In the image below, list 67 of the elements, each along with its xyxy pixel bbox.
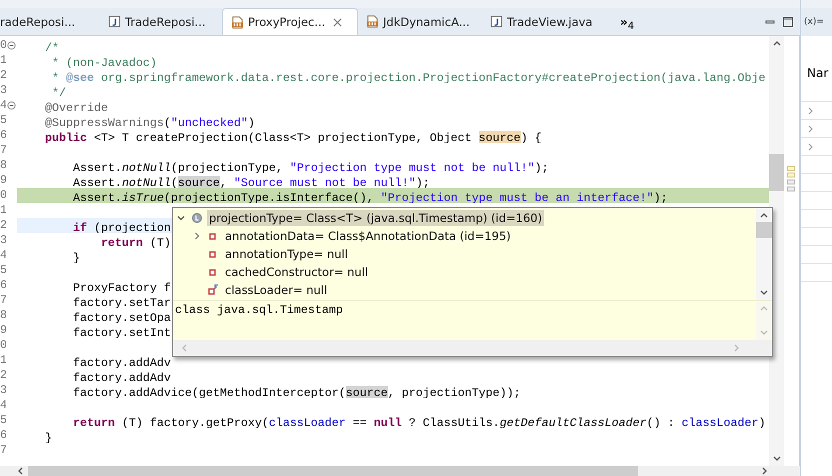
collapse-chevron-icon[interactable]: [176, 213, 186, 223]
column-header: Nar: [806, 66, 830, 82]
line-number: 9: [0, 173, 6, 188]
line-number: 8: [0, 158, 6, 173]
code-line: */: [50, 86, 66, 98]
code-line: /*: [44, 41, 59, 53]
editor-tab[interactable]: radeReposi...: [0, 8, 100, 35]
line-number: 5: [0, 413, 6, 428]
line-number: 2: [0, 68, 6, 83]
line-number: 0: [0, 338, 6, 353]
expand-icon[interactable]: [807, 124, 815, 132]
more-tabs-button[interactable]: »$_{4}$: [616, 8, 638, 35]
variable-entry[interactable]: classLoader= null: [223, 282, 330, 298]
line-number: 1: [0, 353, 6, 368]
editor-tab[interactable]: TradeReposi...: [100, 8, 222, 35]
horizontal-scrollbar[interactable]: [0, 466, 800, 476]
editor-tab[interactable]: JdkDynamicA...: [358, 8, 482, 35]
class-file-icon: [231, 16, 244, 28]
line-number: 7: [0, 443, 6, 458]
collapse-icon[interactable]: [7, 41, 16, 50]
expand-icon[interactable]: [807, 142, 815, 150]
final-field-icon: [207, 284, 219, 296]
local-variable-icon: [191, 212, 203, 224]
line-number: 3: [0, 83, 6, 98]
class-file-icon: [366, 15, 379, 28]
line-number: 0: [0, 38, 6, 53]
line-number: 1: [0, 203, 6, 218]
line-number: 3: [0, 233, 6, 248]
scroll-thumb[interactable]: [756, 222, 772, 238]
variables-tab[interactable]: (x)=: [801, 17, 824, 27]
line-number: 4: [0, 398, 6, 413]
overview-marks-icon: [787, 166, 796, 192]
vertical-scrollbar[interactable]: [769, 36, 784, 466]
line-number: 9: [0, 323, 6, 338]
line-number: 5: [0, 263, 6, 278]
line-number: 2: [0, 218, 6, 233]
line-number: 0: [0, 188, 6, 203]
collapse-icon[interactable]: [7, 101, 16, 110]
code-line: @Override: [44, 101, 108, 113]
expand-chevron-icon[interactable]: [192, 231, 202, 241]
java-file-icon: [108, 15, 121, 28]
line-number: 2: [0, 368, 6, 383]
expand-icon[interactable]: [807, 106, 815, 114]
vertical-scrollbar[interactable]: [756, 208, 772, 300]
line-number: 7: [0, 293, 6, 308]
scroll-thumb[interactable]: [769, 154, 784, 191]
variable-entry[interactable]: annotationData= Class$AnnotationData (id=195): [223, 228, 513, 244]
line-number: 5: [0, 113, 6, 128]
detail-text: class java.sql.Timestamp: [175, 303, 343, 317]
editor-tab[interactable]: TradeView.java: [482, 8, 616, 35]
scroll-thumb[interactable]: [28, 466, 638, 476]
line-number: 6: [0, 278, 6, 293]
line-number: 6: [0, 128, 6, 143]
variable-entry[interactable]: annotationType= null: [223, 246, 350, 262]
close-icon[interactable]: [333, 18, 342, 26]
line-number: 1: [0, 53, 6, 68]
variable-entry[interactable]: projectionType= Class<T> (java.sql.Timestamp) (id=160): [207, 210, 544, 226]
editor-tab[interactable]: ProxyProjec...: [222, 8, 358, 35]
line-number: 7: [0, 143, 6, 158]
line-number: 4: [0, 248, 6, 263]
line-number: 6: [0, 428, 6, 443]
line-number: 8: [0, 308, 6, 323]
java-file-icon: [490, 15, 503, 28]
line-number: 3: [0, 383, 6, 398]
maximize-icon[interactable]: [782, 16, 794, 28]
line-number: 4: [0, 98, 6, 113]
variable-entry[interactable]: cachedConstructor= null: [223, 264, 370, 280]
